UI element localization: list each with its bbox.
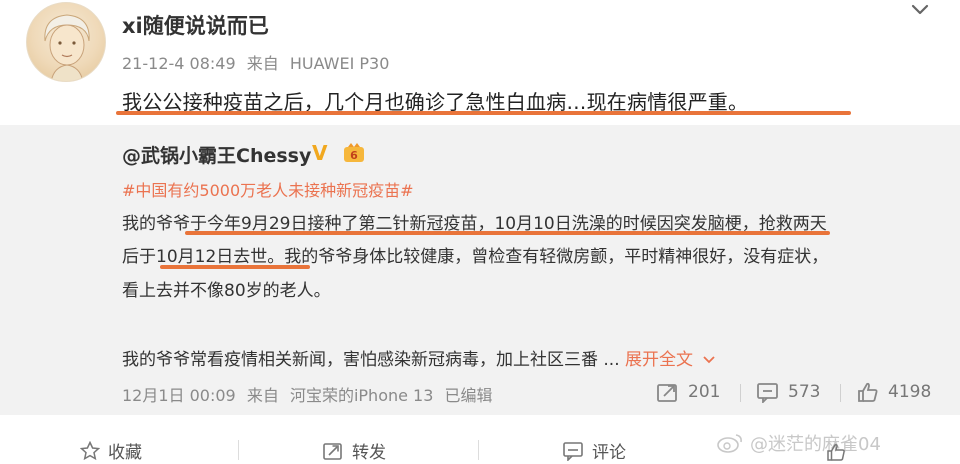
repost-icon: [323, 442, 342, 460]
comment-label: 评论: [592, 443, 626, 463]
weibo-logo-icon: [717, 434, 742, 453]
repost-count: 201: [688, 382, 721, 402]
thumbs-up-icon: [858, 382, 878, 402]
reposted-weibo[interactable]: @武锅小霸王Chessy V 6 #中国有约5000万老人未接种新冠疫苗# 我的…: [0, 125, 960, 415]
action-divider: [740, 384, 741, 402]
post-author-name[interactable]: xi随便说说而已: [122, 10, 269, 40]
repost-text-truncated: 我的爷爷常看疫情相关新闻，害怕感染新冠病毒，加上社区三番 ...: [122, 350, 620, 370]
like-count: 4198: [888, 382, 932, 402]
repost-button[interactable]: 转发: [322, 438, 386, 463]
post-device: HUAWEI P30: [289, 54, 390, 73]
favorite-button[interactable]: 收藏: [80, 438, 142, 463]
watermark-text: @迷茫的麻雀04: [750, 434, 881, 455]
action-divider: [840, 384, 841, 402]
comment-icon: [563, 441, 583, 461]
favorite-label: 收藏: [108, 443, 142, 463]
avatar-illustration: [44, 14, 90, 81]
action-divider: [238, 440, 239, 460]
topic-hashtag[interactable]: #中国有约5000万老人未接种新冠疫苗#: [122, 177, 414, 201]
repost-author-name[interactable]: @武锅小霸王Chessy: [122, 141, 311, 168]
repost-source-prefix: 来自: [246, 386, 279, 405]
highlight-underline: [160, 265, 310, 269]
repost-text-line: 我的爷爷常看疫情相关新闻，害怕感染新冠病毒，加上社区三番 ... 展开全文: [122, 345, 716, 370]
comment-icon: [757, 383, 778, 403]
chevron-down-icon[interactable]: [908, 0, 932, 20]
highlight-underline: [185, 231, 830, 235]
expand-full-text-link[interactable]: 展开全文: [625, 350, 716, 370]
repost-time[interactable]: 12月1日 00:09: [122, 386, 236, 405]
star-icon: [80, 440, 100, 460]
action-divider: [478, 440, 479, 460]
comment-count: 573: [788, 382, 821, 402]
repost-icon: [657, 384, 677, 402]
repost-comment-button[interactable]: 573: [756, 380, 820, 404]
weibo-watermark: @迷茫的麻雀04: [716, 430, 881, 456]
repost-text-line: 看上去并不像80岁的老人。: [122, 281, 331, 301]
repost-label: 转发: [352, 443, 386, 463]
repost-meta: 12月1日 00:09 来自 河宝荣的iPhone 13 已编辑: [122, 382, 499, 406]
comment-button[interactable]: 评论: [562, 438, 626, 463]
vip-badge-icon: 6: [344, 143, 364, 162]
repost-repost-button[interactable]: 201: [656, 380, 720, 404]
post-meta: 21-12-4 08:49 来自 HUAWEI P30: [122, 50, 395, 74]
repost-device: 河宝荣的iPhone 13: [289, 386, 434, 405]
expand-label: 展开全文: [625, 350, 694, 370]
thumbs-up-icon[interactable]: [826, 442, 846, 462]
svg-text:6: 6: [350, 149, 358, 162]
weibo-post: xi随便说说而已 21-12-4 08:49 来自 HUAWEI P30 我公公…: [0, 0, 960, 464]
highlight-underline: [116, 111, 851, 115]
repost-like-button[interactable]: 4198: [856, 380, 931, 404]
chevron-down-icon: [703, 356, 716, 364]
author-avatar[interactable]: [26, 2, 106, 82]
post-time[interactable]: 21-12-4 08:49: [122, 54, 236, 73]
repost-text-line: 后于10月12日去世。我的爷爷身体比较健康，曾检查有轻微房颤，平时精神很好，没有…: [122, 247, 829, 267]
verified-v-icon: V: [312, 141, 328, 165]
edited-label[interactable]: 已编辑: [445, 386, 493, 405]
post-source-prefix: 来自: [246, 54, 279, 73]
